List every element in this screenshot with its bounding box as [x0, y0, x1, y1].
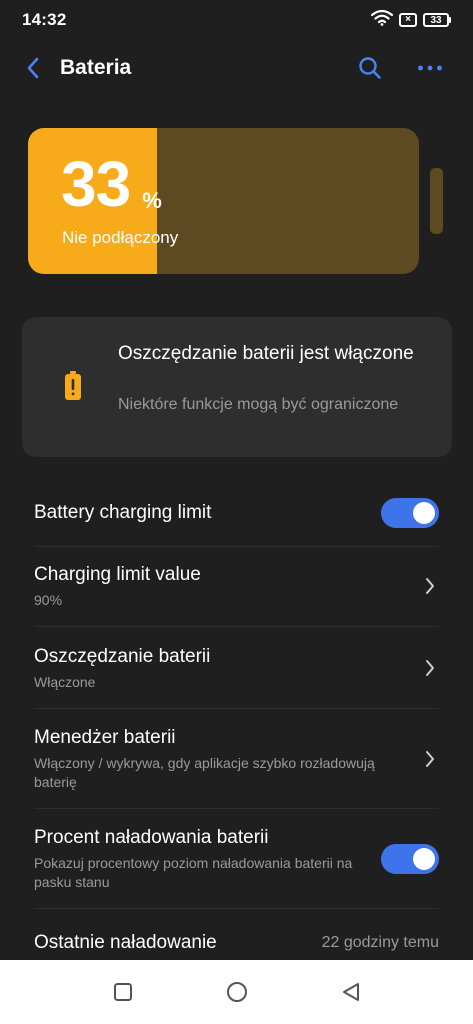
battery-percent-sign: % [142, 188, 162, 213]
square-icon [113, 983, 132, 1001]
battery-saver-value: Włączone [34, 673, 96, 690]
charging-limit-value-label: Charging limit value [34, 563, 201, 585]
divider [34, 546, 439, 547]
search-button[interactable] [353, 51, 387, 85]
battery-saver-description: Niektóre funkcje mogą być ograniczone [118, 396, 399, 413]
circle-icon [226, 982, 247, 1002]
battery-level-graphic: 33 % Nie podłączony [28, 128, 419, 274]
chevron-left-icon [27, 57, 39, 79]
battery-saver-card[interactable]: Oszczędzanie baterii jest włączone Niekt… [22, 317, 452, 457]
battery-saver-title: Oszczędzanie baterii jest włączone [118, 343, 414, 364]
status-battery-icon: 33 [423, 13, 451, 27]
battery-settings-screen: 14:32 × 33 Bateria 33 % Nie podłączony O… [0, 0, 473, 1024]
battery-percent-description: Pokazuj procentowy poziom naładowania ba… [34, 855, 353, 890]
divider [34, 626, 439, 627]
divider [34, 808, 439, 809]
last-charge-row[interactable]: Ostatnie naładowanie 22 godziny temu [34, 930, 439, 956]
last-charge-label: Ostatnie naładowanie [34, 932, 217, 953]
back-nav-button[interactable] [338, 979, 364, 1005]
more-options-button[interactable] [413, 51, 447, 85]
battery-charging-limit-toggle[interactable] [381, 498, 439, 528]
home-button[interactable] [224, 979, 250, 1005]
chevron-right-icon [421, 748, 439, 770]
battery-charging-limit-label: Battery charging limit [34, 502, 212, 523]
divider [34, 908, 439, 909]
battery-tip [430, 168, 443, 234]
battery-manager-label: Menedżer baterii [34, 727, 176, 748]
page-title: Bateria [60, 56, 132, 79]
status-time: 14:32 [22, 10, 67, 29]
status-bar: 14:32 × 33 [0, 0, 473, 40]
system-navigation-bar [0, 960, 473, 1024]
wifi-icon [370, 9, 394, 31]
more-dots-icon [418, 65, 442, 71]
chevron-right-icon [421, 575, 439, 597]
app-header: Bateria [0, 40, 473, 96]
status-battery-level: 33 [423, 13, 449, 27]
battery-manager-value: Włączony / wykrywa, gdy aplikacje szybko… [34, 755, 375, 790]
battery-percent-value: 33 [61, 148, 131, 220]
charging-limit-value-row[interactable]: Charging limit value 90% [34, 562, 439, 610]
back-button[interactable] [26, 53, 56, 83]
battery-alert-icon [64, 371, 82, 406]
no-sim-icon: × [399, 13, 417, 27]
charging-limit-value: 90% [34, 591, 63, 608]
search-icon [359, 57, 381, 79]
chevron-right-icon [421, 657, 439, 679]
battery-percent-row[interactable]: Procent naładowania baterii Pokazuj proc… [34, 825, 439, 893]
battery-percentage: 33 % [61, 152, 162, 216]
last-charge-value: 22 godziny temu [321, 934, 439, 951]
recents-button[interactable] [110, 979, 136, 1005]
battery-charging-limit-row[interactable]: Battery charging limit [34, 498, 439, 528]
battery-saver-row[interactable]: Oszczędzanie baterii Włączone [34, 644, 439, 692]
charging-status: Nie podłączony [62, 228, 179, 247]
battery-percent-label: Procent naładowania baterii [34, 827, 269, 848]
status-icons: × 33 [370, 9, 451, 31]
battery-saver-label: Oszczędzanie baterii [34, 645, 211, 667]
triangle-back-icon [342, 983, 359, 1001]
battery-manager-row[interactable]: Menedżer baterii Włączony / wykrywa, gdy… [34, 725, 439, 793]
divider [34, 708, 439, 709]
battery-percent-toggle[interactable] [381, 844, 439, 874]
